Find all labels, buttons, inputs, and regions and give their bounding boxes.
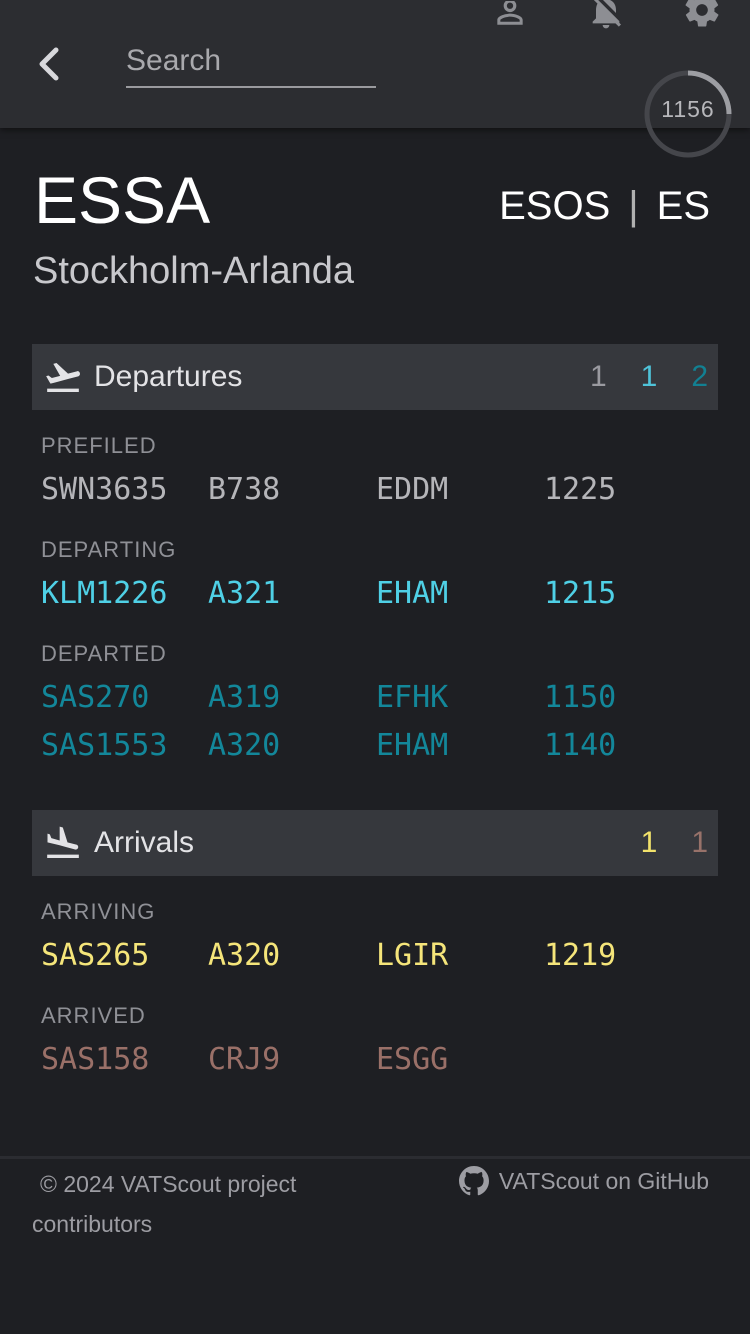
group-label-departing: DEPARTING [41,537,177,562]
utc-time: 1156 [661,96,715,122]
group-label-departed: DEPARTED [41,641,167,666]
github-link-label: VATScout on GitHub [498,1167,709,1194]
flight-time: 1140 [544,728,617,763]
gear-icon [685,0,719,27]
group-label-prefiled: PREFILED [41,433,157,458]
aircraft-type: A319 [208,680,281,715]
destination: EHAM [376,576,449,611]
aircraft-type: A320 [208,938,281,973]
departures-title: Departures [94,360,243,393]
notifications-off-icon [592,0,621,29]
origin: ESGG [376,1042,449,1077]
destination: EFHK [376,680,449,715]
back-button[interactable] [28,44,68,84]
flight-land-icon [42,823,86,863]
airport-region: ESOS | ES [499,184,710,229]
departures-counts: 1 1 2 [556,344,708,410]
github-link[interactable]: VATScout on GitHub [458,1164,709,1198]
account-icon [497,1,523,25]
top-app-bar: 1156 [0,0,750,158]
region-separator: | [628,184,639,228]
notifications-button[interactable] [586,0,626,40]
callsign: SWN3635 [41,472,168,507]
callsign: KLM1226 [41,576,168,611]
airport-icao: ESSA [34,163,211,237]
flight-time: 1215 [544,576,617,611]
account-button[interactable] [490,0,530,40]
settings-button[interactable] [682,0,722,40]
callsign: SAS265 [41,938,150,973]
arriving-count: 1 [640,826,658,859]
flight-takeoff-icon [42,357,86,397]
callsign: SAS1553 [41,728,168,763]
aircraft-type: B738 [208,472,281,507]
airport-name: Stockholm-Arlanda [33,250,355,292]
departures-header[interactable]: Departures 1 1 2 [32,344,718,410]
country-code: ES [656,184,710,228]
arrivals-counts: 1 1 [607,810,708,876]
group-label-arrived: ARRIVED [41,1003,146,1028]
aircraft-type: A320 [208,728,281,763]
aircraft-type: CRJ9 [208,1042,281,1077]
arrivals-title: Arrivals [94,826,195,859]
footer-copyright: © 2024 VATScout project contributors [32,1171,297,1237]
group-label-arriving: ARRIVING [41,899,156,924]
flight-time: 1225 [544,472,617,507]
callsign: SAS158 [41,1042,150,1077]
callsign: SAS270 [41,680,150,715]
destination: EHAM [376,728,449,763]
departing-count: 1 [640,360,658,393]
arrived-count: 1 [691,826,708,859]
footer-divider [0,1156,750,1159]
github-icon [458,1166,489,1196]
search-input[interactable] [126,36,376,88]
flight-time: 1219 [544,938,617,973]
aircraft-type: A321 [208,576,281,611]
flight-time: 1150 [544,680,617,715]
chevron-left-icon [39,47,59,81]
departed-count: 2 [691,360,708,393]
fir-code: ESOS [499,184,611,228]
origin: LGIR [376,938,449,973]
arrivals-header[interactable]: Arrivals 1 1 [32,810,718,876]
prefiled-count: 1 [589,360,607,393]
destination: EDDM [376,472,449,507]
